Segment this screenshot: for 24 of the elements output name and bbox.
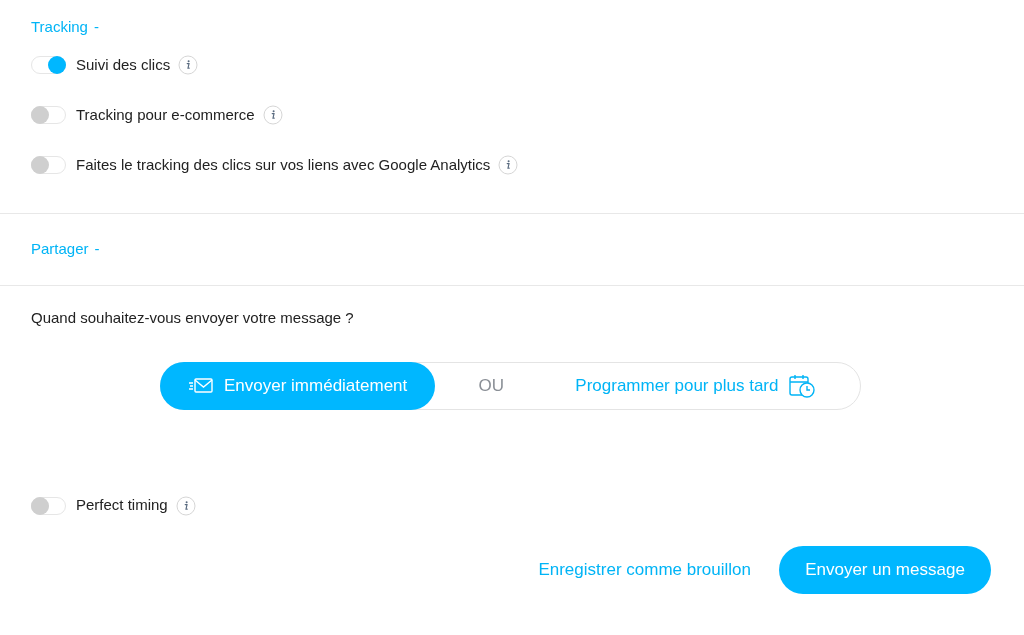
calendar-clock-icon	[788, 372, 817, 399]
section-title[interactable]: Tracking	[31, 16, 88, 39]
collapse-toggle[interactable]: -	[93, 16, 99, 39]
option-label: Perfect timing	[76, 495, 168, 516]
question-text: Quand souhaitez-vous envoyer votre message ?	[31, 308, 354, 328]
option-label: Tracking pour e-commerce	[76, 104, 255, 125]
send-option-tab[interactable]: Programmer pour plus tard	[547, 361, 845, 410]
info-icon[interactable]	[498, 155, 519, 175]
envelope-icon	[188, 375, 214, 396]
option-label: Faites le tracking des clics sur vos liens avec Google Analytics	[76, 154, 491, 175]
info-icon[interactable]	[175, 495, 196, 516]
info-icon[interactable]	[262, 105, 283, 125]
send-option-tab[interactable]: Envoyer immédiatement	[160, 361, 436, 410]
section-title[interactable]: Partager	[31, 238, 89, 261]
toggle-switch[interactable]	[31, 156, 66, 174]
toggle-switch[interactable]	[31, 496, 66, 515]
send-button[interactable]: Envoyer un message	[779, 545, 991, 594]
option-label: Suivi des clics	[76, 54, 171, 75]
info-icon[interactable]	[178, 55, 199, 75]
toggle-switch[interactable]	[31, 56, 66, 74]
separator-text: OU	[477, 374, 506, 397]
save-draft-link[interactable]: Enregistrer comme brouillon	[538, 556, 751, 583]
collapse-toggle[interactable]: -	[94, 238, 100, 261]
toggle-switch[interactable]	[31, 106, 66, 124]
